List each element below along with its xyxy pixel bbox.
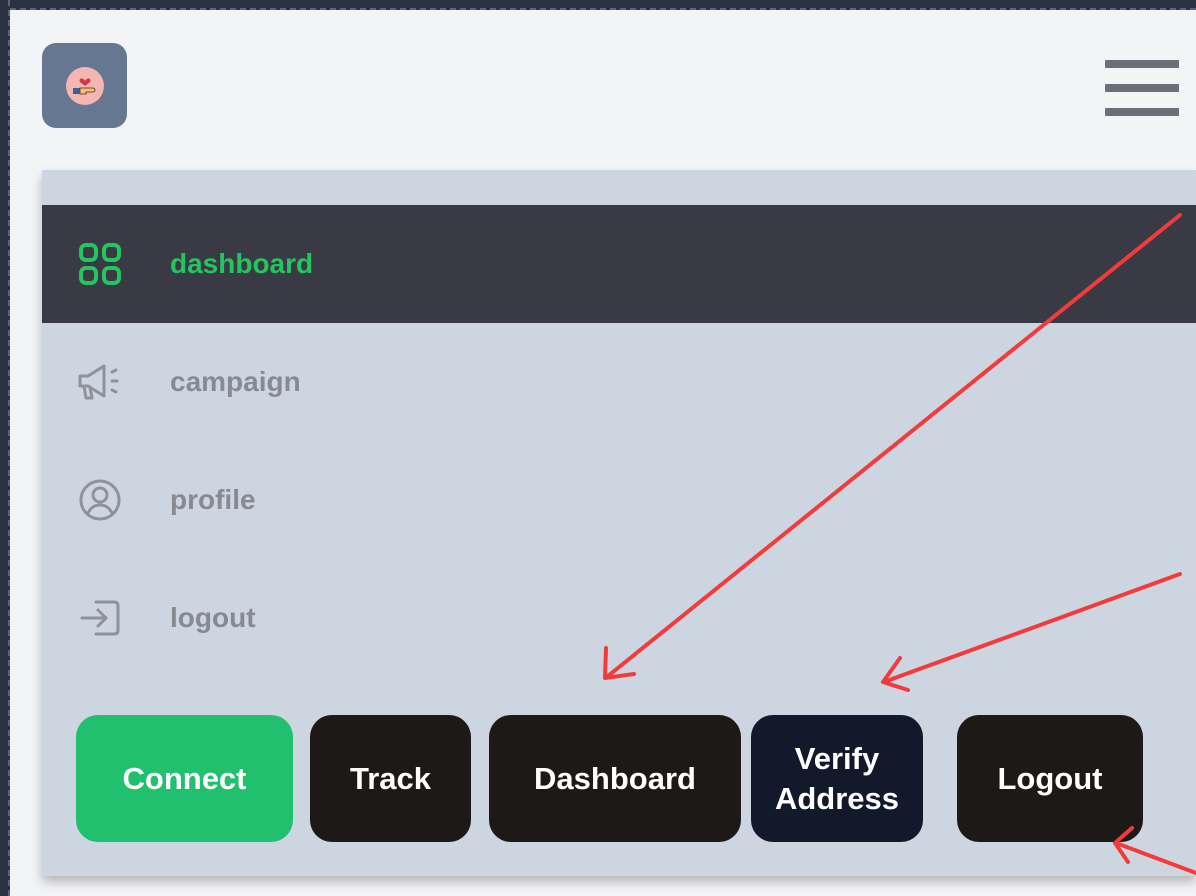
user-circle-icon xyxy=(74,474,126,526)
sidebar-item-logout[interactable]: logout xyxy=(42,559,1196,677)
left-dashed-border xyxy=(0,0,10,896)
app-logo[interactable] xyxy=(42,43,127,128)
verify-address-label: Verify Address xyxy=(775,739,899,819)
sidebar-item-campaign[interactable]: campaign xyxy=(42,323,1196,441)
sidebar-item-dashboard[interactable]: dashboard xyxy=(42,205,1196,323)
top-dashed-border xyxy=(0,0,1196,10)
verify-address-button[interactable]: Verify Address xyxy=(751,715,923,842)
sidebar-item-label: profile xyxy=(170,484,256,515)
sidebar-item-label: dashboard xyxy=(170,248,314,279)
hamburger-menu-icon[interactable] xyxy=(1105,60,1179,120)
sidebar-item-label: logout xyxy=(170,602,256,633)
megaphone-icon xyxy=(74,356,126,408)
sidebar-item-profile[interactable]: profile xyxy=(42,441,1196,559)
dashboard-grid-icon xyxy=(74,238,126,290)
connect-button[interactable]: Connect xyxy=(76,715,293,842)
logout-icon xyxy=(74,592,126,644)
app-screen: dashboard campaign profile logout Connec… xyxy=(10,10,1196,896)
logout-button[interactable]: Logout xyxy=(957,715,1143,842)
track-button[interactable]: Track xyxy=(310,715,471,842)
mobile-nav-panel: dashboard campaign profile logout Connec… xyxy=(42,170,1196,876)
verify-label-line2: Address xyxy=(774,780,900,816)
sidebar-item-label: campaign xyxy=(170,366,301,397)
hand-heart-icon xyxy=(65,66,104,105)
verify-label-line1: Verify xyxy=(794,740,880,776)
dashboard-button[interactable]: Dashboard xyxy=(489,715,741,842)
